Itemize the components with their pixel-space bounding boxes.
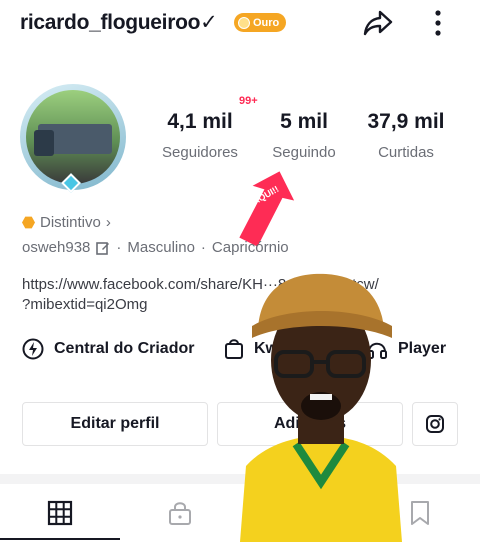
share-button[interactable] (362, 8, 394, 38)
stat-likes-value: 37,9 mil (367, 110, 445, 133)
creator-center-label: Central do Criador (54, 340, 195, 357)
stat-followers[interactable]: 4,1 mil Seguidores (150, 110, 250, 161)
stat-following-label: Seguindo (272, 144, 336, 161)
instagram-button[interactable] (412, 402, 458, 446)
notification-badge: 99+ (239, 95, 258, 107)
coin-icon (238, 16, 250, 29)
stat-following-value: 5 mil (280, 110, 328, 133)
edit-profile-button[interactable]: Editar perfil (22, 402, 208, 446)
share-icon (363, 10, 393, 36)
profile-header: ricardo_flogueiroo✓ Ouro (0, 0, 480, 46)
edit-icon[interactable] (96, 241, 110, 255)
separator: · (116, 239, 122, 256)
stat-likes[interactable]: 37,9 mil Curtidas (358, 110, 454, 161)
profile-username: ricardo_flogueiroo✓ (20, 11, 218, 34)
profile-stats: 4,1 mil Seguidores 5 mil Seguindo 37,9 m… (150, 110, 470, 170)
avatar-image (26, 90, 120, 184)
tab-private[interactable] (120, 484, 240, 542)
lightning-icon (22, 338, 44, 360)
distintivo-row[interactable]: Distintivo › (22, 214, 111, 231)
gender: Masculino (127, 239, 195, 256)
creator-center-shortcut[interactable]: Central do Criador (22, 338, 194, 360)
separator: · (200, 239, 206, 256)
truck-cab-shape (34, 130, 54, 156)
zodiac-sign: Capricórnio (211, 239, 289, 256)
instagram-icon (426, 415, 444, 433)
grid-icon (47, 500, 73, 526)
tab-videos[interactable] (0, 484, 120, 542)
profile-info-row: osweh938 · Masculino · Capricórnio (22, 239, 289, 256)
overlay-person-video (240, 273, 402, 542)
gold-badge-label: Ouro (253, 16, 280, 29)
bookmark-icon (411, 501, 429, 525)
stat-following[interactable]: 5 mil Seguindo (262, 110, 346, 161)
active-tab-indicator (0, 538, 120, 540)
gold-badge[interactable]: Ouro (234, 13, 287, 32)
lock-icon (169, 502, 191, 525)
pink-arrow-sticker: AQUI!! (236, 168, 298, 250)
badge-hexagon-icon (22, 216, 35, 229)
nickname: osweh938 (22, 239, 91, 256)
more-vertical-icon (435, 10, 441, 36)
stat-followers-label: Seguidores (162, 144, 238, 161)
stat-followers-value: 4,1 mil (167, 110, 233, 133)
stat-likes-label: Curtidas (378, 144, 434, 161)
distintivo-label: Distintivo (40, 214, 101, 231)
more-options-button[interactable] (428, 8, 448, 38)
chevron-right-icon: › (105, 214, 111, 231)
profile-avatar[interactable] (20, 84, 126, 190)
